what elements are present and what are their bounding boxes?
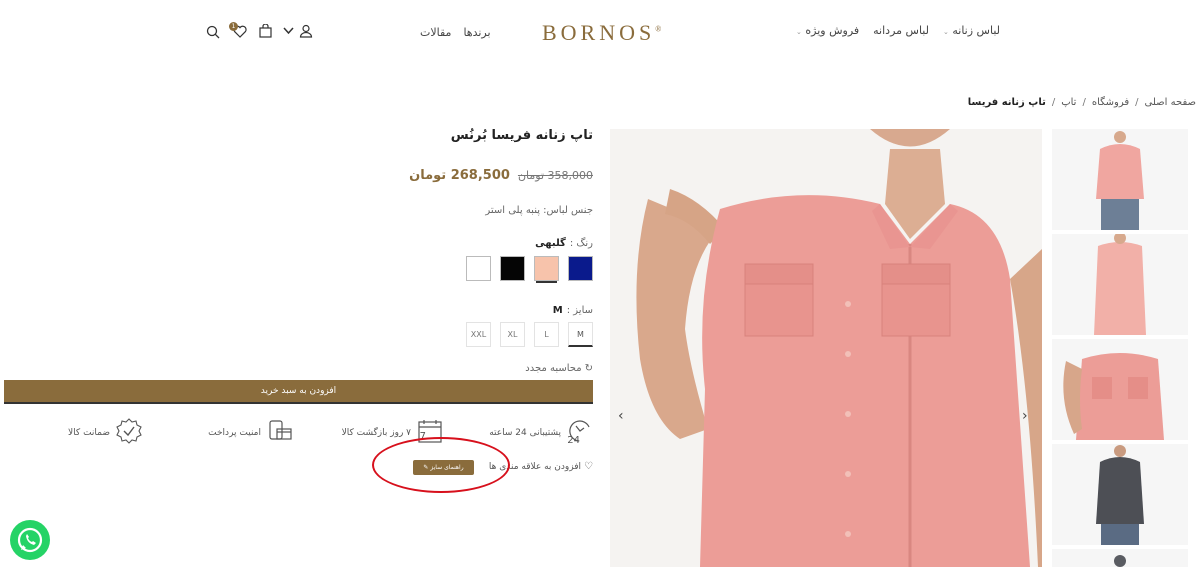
feature-support: 24 پشتیبانی 24 ساعته [489,418,593,448]
breadcrumb-home[interactable]: صفحه اصلی [1145,97,1196,108]
nav-item-men[interactable]: لباس مردانه [873,24,929,37]
color-label-row: رنگ : گلبهی [535,238,593,249]
breadcrumb: صفحه اصلی / فروشگاه / تاپ / تاپ زنانه فر… [968,97,1196,108]
color-label: رنگ : [569,238,593,249]
search-icon[interactable] [206,25,220,39]
bag-icon[interactable] [259,24,272,38]
size-option-xxl[interactable]: XXL [466,322,491,347]
chevron-down-icon[interactable] [283,27,294,35]
whatsapp-chat-button[interactable] [10,520,50,560]
breadcrumb-category[interactable]: تاپ [1061,97,1076,108]
wishlist-count-badge: 1 [229,22,238,31]
feature-payment: امنیت پرداخت [208,418,293,448]
main-nav-left: برندها مقالات [420,26,491,39]
product-main-image[interactable] [610,129,1042,567]
color-value: گلبهی [535,238,566,249]
heart-icon: ♡ [584,461,593,472]
size-label: سایز : [566,305,593,316]
nav-item-articles[interactable]: مقالات [420,26,451,39]
feature-return-label: ۷ روز بازگشت کالا [341,428,411,438]
sale-price: 268,500 تومان [409,168,510,183]
chevron-down-icon: ⌄ [942,28,949,36]
nav-item-women[interactable]: لباس زنانه ⌄ [943,24,1000,37]
size-value: M [552,305,563,316]
product-thumbnail[interactable] [1052,549,1188,567]
color-swatch-black[interactable] [500,256,525,281]
recalculate-link[interactable]: ↻ محاسبه مجدد [525,363,593,374]
size-option-xl[interactable]: XL [500,322,525,347]
guarantee-icon [116,418,142,448]
breadcrumb-separator: / [1082,97,1086,108]
svg-text:24: 24 [567,435,580,444]
feature-guarantee: ضمانت کالا [68,418,142,448]
chevron-down-icon: ⌄ [796,28,802,36]
color-swatch-white[interactable] [466,256,491,281]
breadcrumb-separator: / [1135,97,1139,108]
size-option-l[interactable]: L [534,322,559,347]
refresh-icon: ↻ [584,363,593,374]
product-thumbnail[interactable] [1052,129,1188,230]
price-row: 358,000 تومان 268,500 تومان [409,168,593,183]
support-24-icon: 24 [567,418,593,448]
brand-logo[interactable]: BORNOS® [542,20,661,46]
secure-payment-icon [267,418,293,448]
chevron-right-icon[interactable]: › [1022,408,1028,424]
size-option-m[interactable]: M [568,322,593,347]
whatsapp-icon [17,527,43,553]
highlight-circle [372,437,510,493]
nav-item-brands[interactable]: برندها [463,26,490,39]
nav-item-sale[interactable]: فروش ویژه ⌄ [796,24,859,37]
breadcrumb-shop[interactable]: فروشگاه [1092,97,1129,108]
product-thumbnail[interactable] [1052,339,1188,440]
product-thumbnail[interactable] [1052,444,1188,545]
breadcrumb-current: تاپ زنانه فریسا [967,97,1046,108]
size-label-row: سایز : M [553,305,593,316]
chevron-left-icon[interactable]: ‹ [618,408,624,424]
user-icon[interactable] [299,24,313,38]
main-nav-right: لباس زنانه ⌄ لباس مردانه فروش ویژه ⌄ [780,24,1000,37]
material-text: جنس لباس: پنبه پلی استر [485,205,593,216]
product-thumbnail[interactable] [1052,234,1188,335]
feature-guarantee-label: ضمانت کالا [68,428,110,438]
breadcrumb-separator: / [1051,97,1056,108]
color-swatch-navy[interactable] [568,256,593,281]
add-to-cart-button[interactable]: افزودن به سبد خرید [4,380,593,404]
feature-support-label: پشتیبانی 24 ساعته [489,428,561,438]
color-swatch-peach[interactable] [534,256,559,281]
feature-payment-label: امنیت پرداخت [208,428,261,438]
product-title: تاپ زنانه فریسا بُرنُس [450,128,593,143]
old-price: 358,000 تومان [517,169,593,182]
